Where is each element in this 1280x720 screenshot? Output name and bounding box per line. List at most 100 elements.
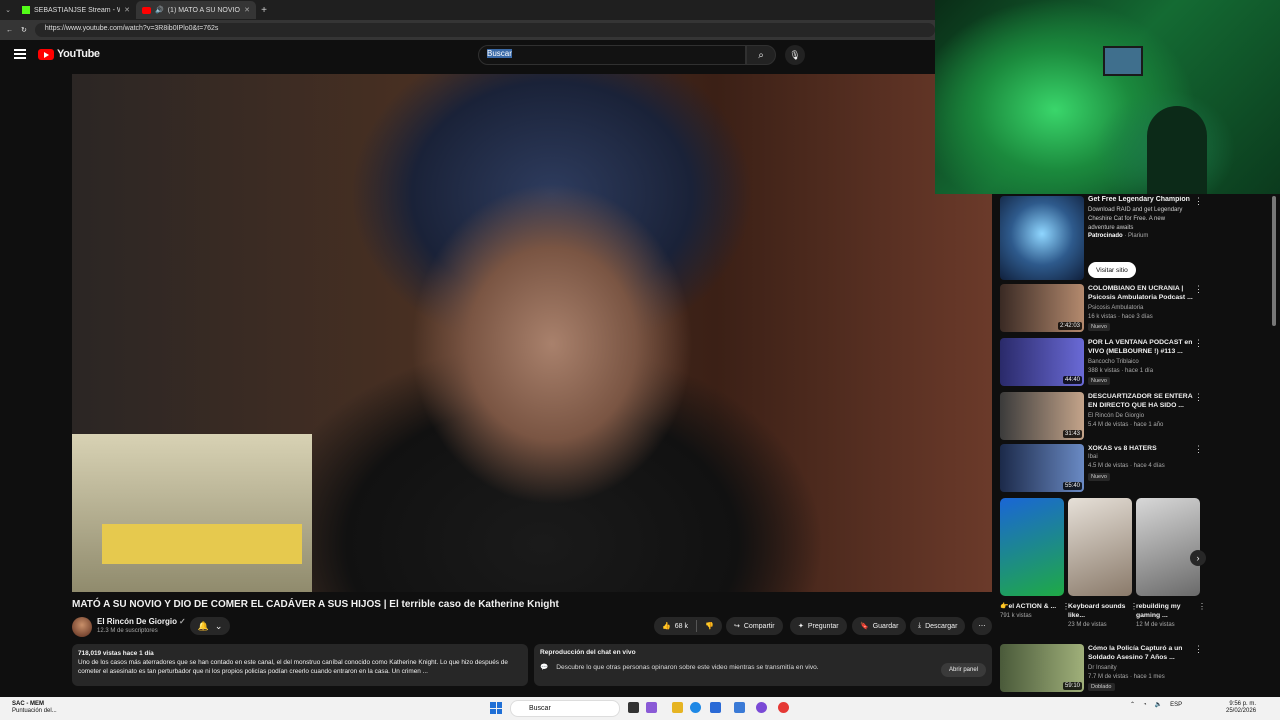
short-thumbnail[interactable] bbox=[1068, 498, 1132, 596]
language-indicator[interactable]: ESP bbox=[1170, 702, 1182, 708]
list-item[interactable]: 2:42:03 COLOMBIANO EN UCRANIA | Psicosis… bbox=[1000, 284, 1270, 334]
youtube-play-icon bbox=[38, 48, 54, 60]
discord-icon[interactable] bbox=[756, 702, 767, 713]
video-player[interactable] bbox=[72, 74, 992, 592]
channel-name[interactable]: Dr Insanity bbox=[1088, 665, 1117, 671]
tab-youtube[interactable]: 🔊 (1) MATÓ A SU NOVIO Y DIO DE... ✕ bbox=[136, 1, 256, 19]
list-item[interactable]: 44:40 POR LA VENTANA PODCAST en VIVO (ME… bbox=[1000, 338, 1270, 388]
thumbs-up-icon[interactable]: 👍 bbox=[662, 622, 671, 630]
microphone-icon[interactable]: 🎙 bbox=[785, 45, 805, 65]
kebab-menu-icon[interactable]: ⋮ bbox=[1198, 602, 1206, 611]
visit-site-button[interactable]: Visitar sitio bbox=[1088, 262, 1136, 278]
kebab-menu-icon[interactable]: ⋮ bbox=[1194, 644, 1203, 655]
bell-icon: 🔔 bbox=[197, 620, 209, 631]
short-title[interactable]: rebuilding my gaming ... bbox=[1136, 602, 1200, 620]
channel-name[interactable]: Bancocho Triblaico bbox=[1088, 359, 1139, 365]
list-item[interactable]: 55:40 XOKAS vs 8 HATERS Ibai 4.5 M de vi… bbox=[1000, 444, 1270, 494]
ad-title[interactable]: Get Free Legendary Champion bbox=[1088, 196, 1190, 203]
short-item[interactable]: 👉el ACTION & ... 791 k vistas ⋮ bbox=[1000, 498, 1070, 619]
channel-name[interactable]: El Rincón De Giorgio ✓ bbox=[97, 617, 186, 626]
video-title[interactable]: DESCUARTIZADOR SE ENTERA EN DIRECTO QUE … bbox=[1088, 392, 1196, 410]
ad-body: Download RAID and get Legendary Cheshire… bbox=[1088, 207, 1183, 231]
video-meta: 5.4 M de vistas · hace 1 año bbox=[1088, 422, 1164, 428]
duration-badge: 2:42:03 bbox=[1057, 322, 1082, 330]
download-button[interactable]: ⤓ Descargar bbox=[910, 617, 966, 635]
windows-taskbar: SAC - MEM Puntuación del... Buscar ⌃ ◔ 🔈… bbox=[0, 697, 1280, 720]
sponsored-ad[interactable]: Get Free Legendary Champion Download RAI… bbox=[1000, 196, 1270, 280]
reload-icon[interactable]: ↻ bbox=[21, 26, 27, 34]
speaker-icon[interactable]: 🔊 bbox=[155, 6, 164, 14]
save-button[interactable]: 🔖 Guardar bbox=[852, 617, 907, 635]
channel-name[interactable]: Psicosis Ambulatoria bbox=[1088, 305, 1143, 311]
scrollbar[interactable] bbox=[1271, 196, 1277, 694]
channel-name[interactable]: Ibai bbox=[1088, 454, 1098, 460]
file-explorer-icon[interactable] bbox=[672, 702, 683, 713]
search-icon[interactable]: ⌕ bbox=[746, 45, 776, 65]
channel-name[interactable]: El Rincón De Giorgio bbox=[1088, 413, 1144, 419]
short-item[interactable]: Keyboard sounds like... 23 M de vistas ⋮ bbox=[1068, 498, 1138, 628]
list-item[interactable]: 59:10 Cómo la Policía Capturó a un Solda… bbox=[1000, 644, 1270, 694]
video-thumbnail[interactable]: 44:40 bbox=[1000, 338, 1084, 386]
search-input[interactable]: Buscar bbox=[478, 45, 746, 65]
back-icon[interactable]: ← bbox=[6, 27, 13, 34]
more-actions-icon[interactable]: ⋯ bbox=[972, 617, 992, 635]
kebab-menu-icon[interactable]: ⋮ bbox=[1194, 444, 1203, 455]
wifi-icon[interactable]: ◔ bbox=[1143, 702, 1147, 708]
description-box[interactable]: 718,019 vistas hace 1 día Uno de los cas… bbox=[72, 644, 528, 686]
scrollbar-thumb[interactable] bbox=[1272, 196, 1276, 326]
ask-button[interactable]: ✦ Preguntar bbox=[790, 617, 847, 635]
store-icon[interactable] bbox=[710, 702, 721, 713]
share-button[interactable]: ↪ Compartir bbox=[726, 617, 783, 635]
thumbs-down-icon[interactable]: 👎 bbox=[705, 622, 714, 630]
copilot-icon[interactable] bbox=[646, 702, 657, 713]
like-count[interactable]: 68 k bbox=[675, 623, 688, 630]
video-thumbnail[interactable]: 55:40 bbox=[1000, 444, 1084, 492]
notifications-button[interactable]: 🔔 ⌄ bbox=[190, 617, 230, 635]
short-thumbnail[interactable] bbox=[1000, 498, 1064, 596]
chrome-icon[interactable] bbox=[778, 702, 789, 713]
close-tab-icon[interactable]: ✕ bbox=[244, 6, 250, 14]
clock[interactable]: 9:56 p. m. 25/02/2026 bbox=[1226, 701, 1256, 715]
kebab-menu-icon[interactable]: ⋮ bbox=[1194, 338, 1203, 349]
video-thumbnail[interactable]: 59:10 bbox=[1000, 644, 1084, 692]
kebab-menu-icon[interactable]: ⋮ bbox=[1194, 196, 1203, 207]
edge-icon[interactable] bbox=[690, 702, 701, 713]
windows-start-icon[interactable] bbox=[490, 702, 502, 714]
open-panel-button[interactable]: Abrir panel bbox=[940, 663, 986, 677]
video-title[interactable]: POR LA VENTANA PODCAST en VIVO (MELBOURN… bbox=[1088, 338, 1196, 356]
mail-icon[interactable] bbox=[734, 702, 745, 713]
video-title[interactable]: XOKAS vs 8 HATERS bbox=[1088, 444, 1196, 453]
short-thumbnail[interactable] bbox=[1136, 498, 1200, 596]
short-title[interactable]: 👉el ACTION & ... bbox=[1000, 602, 1064, 611]
taskbar-search[interactable]: Buscar bbox=[510, 700, 620, 717]
kebab-menu-icon[interactable]: ⋮ bbox=[1194, 284, 1203, 295]
short-item[interactable]: rebuilding my gaming ... 12 M de vistas … bbox=[1136, 498, 1206, 628]
kebab-menu-icon[interactable]: ⋮ bbox=[1194, 392, 1203, 403]
ad-thumbnail[interactable] bbox=[1000, 196, 1084, 280]
url-field[interactable]: https://www.youtube.com/watch?v=3R8ib0IP… bbox=[34, 23, 935, 37]
list-item[interactable]: 31:43 DESCUARTIZADOR SE ENTERA EN DIRECT… bbox=[1000, 392, 1270, 442]
video-meta: 4.5 M de vistas · hace 4 días bbox=[1088, 463, 1165, 469]
chevron-up-icon[interactable]: ⌃ bbox=[1130, 701, 1135, 708]
task-view-icon[interactable] bbox=[628, 702, 639, 713]
video-thumbnail[interactable]: 31:43 bbox=[1000, 392, 1084, 440]
close-tab-icon[interactable]: ✕ bbox=[124, 6, 130, 14]
youtube-logo[interactable]: YouTube bbox=[38, 48, 100, 60]
like-dislike-group: 👍 68 k 👎 bbox=[654, 617, 722, 635]
new-tab-icon[interactable]: + bbox=[256, 5, 272, 16]
new-badge: Nuevo bbox=[1088, 323, 1110, 331]
chevron-right-icon[interactable]: › bbox=[1190, 550, 1206, 566]
share-icon: ↪ bbox=[734, 623, 740, 630]
video-thumbnail[interactable]: 2:42:03 bbox=[1000, 284, 1084, 332]
duration-badge: 44:40 bbox=[1062, 376, 1082, 384]
short-title[interactable]: Keyboard sounds like... bbox=[1068, 602, 1132, 620]
webcam-monitor bbox=[1103, 46, 1143, 76]
tab-kick[interactable]: SEBASTIANJSE Stream - Watch Li... ✕ bbox=[16, 1, 136, 19]
video-title[interactable]: COLOMBIANO EN UCRANIA | Psicosis Ambulat… bbox=[1088, 284, 1196, 302]
video-title[interactable]: Cómo la Policía Capturó a un Soldado Ase… bbox=[1088, 644, 1196, 662]
tab-list-icon[interactable]: ⌄ bbox=[0, 6, 16, 14]
weather-widget[interactable]: SAC - MEM Puntuación del... bbox=[12, 701, 57, 715]
volume-icon[interactable]: 🔈 bbox=[1155, 701, 1162, 708]
menu-icon[interactable] bbox=[14, 49, 26, 59]
channel-avatar[interactable] bbox=[72, 617, 92, 637]
